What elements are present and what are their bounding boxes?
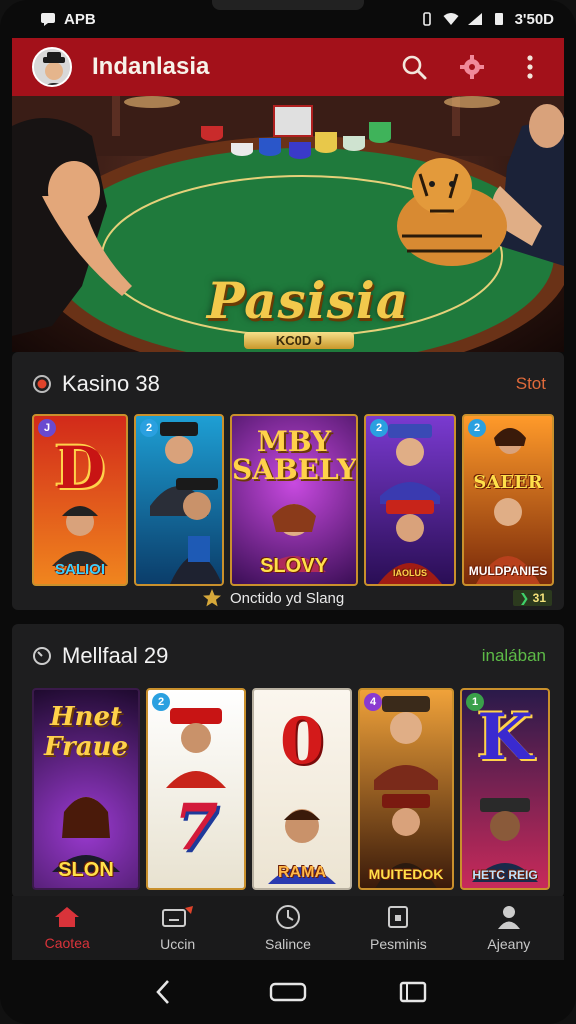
game-card-d[interactable]: J D SALIOI	[32, 414, 128, 586]
game-card-hnet-fraue[interactable]: Hnet Fraue SLON	[32, 688, 140, 890]
avatar[interactable]	[32, 47, 72, 87]
clock-icon	[33, 647, 51, 665]
arrow-right-icon: ❯	[519, 591, 530, 605]
card-characters	[378, 424, 442, 584]
card-label: HETC REIG	[472, 868, 538, 882]
slots-card-row: Hnet Fraue SLON 2 7 0 RAMA 4 MUITEDOK 1 …	[32, 688, 554, 890]
casino-section-header: Kasino 38 Stot	[32, 366, 546, 402]
game-card-rama[interactable]: 0 RAMA	[252, 688, 352, 890]
person-icon	[497, 906, 520, 929]
slots-section-header: Mellfaal 29 inalában	[32, 638, 546, 674]
home-icon	[55, 907, 80, 927]
nav-label: Ajeany	[487, 936, 531, 952]
casino-badge-value: 31	[532, 591, 546, 605]
card-label: MULDPANIES	[468, 564, 548, 578]
casino-count-badge: ❯ 31	[513, 590, 552, 606]
casino-footer-text: Onctido yd Slang	[230, 589, 345, 607]
card-characters	[476, 428, 540, 584]
search-icon	[402, 55, 427, 80]
card-letter: K	[477, 700, 533, 775]
hero-subtitle: KC0D J	[244, 332, 354, 349]
settings-button[interactable]	[452, 47, 492, 87]
nav-item-tv[interactable]: Uccin	[122, 896, 232, 960]
avatar-illustration	[34, 49, 70, 85]
overflow-menu-button[interactable]	[510, 47, 550, 87]
system-back-button[interactable]	[143, 972, 183, 1012]
system-navigation-bar	[0, 960, 576, 1024]
casino-section: Kasino 38 Stot J D SALIOI 2 MBY SABELY S…	[12, 352, 564, 610]
card-characters	[374, 696, 438, 888]
game-card-agents[interactable]: 2	[134, 414, 224, 586]
clock-icon	[276, 905, 301, 929]
nav-label: Uccin	[160, 936, 196, 952]
slots-section: Mellfaal 29 inalában Hnet Fraue SLON 2 7…	[12, 624, 564, 898]
game-card-seven[interactable]: 2 7	[146, 688, 246, 890]
nav-item-account[interactable]: Ajeany	[454, 896, 564, 960]
app-title: Indanlasia	[92, 53, 210, 80]
home-pill-icon	[269, 982, 307, 1002]
star-icon	[203, 589, 221, 607]
card-label: IAOLUS	[392, 568, 427, 578]
game-card-saeer[interactable]: 2 SAEER MULDPANIES	[462, 414, 554, 586]
system-home-button[interactable]	[268, 972, 308, 1012]
card-label: SLON	[58, 859, 114, 881]
card-title: SAEER	[473, 472, 543, 493]
casino-section-link[interactable]: Stot	[516, 374, 546, 394]
nav-item-home[interactable]: Caotea	[12, 896, 122, 960]
status-time: 3'50D	[514, 10, 554, 28]
card-number: 0	[279, 704, 325, 779]
record-icon	[33, 375, 51, 393]
phone-screen: APB 3'50D Indanlasia Pasisia KC0D J Kasi…	[0, 0, 576, 1024]
slots-section-title: Mellfaal 29	[62, 643, 169, 668]
casino-section-title: Kasino 38	[62, 371, 160, 396]
card-title: MBY SABELY	[232, 425, 357, 486]
card-letter: D	[54, 434, 106, 502]
recents-icon	[400, 981, 427, 1003]
nav-label: Salince	[265, 936, 311, 952]
back-arrow-icon	[155, 980, 169, 1004]
app-bar: Indanlasia	[12, 38, 564, 96]
card-characters	[150, 422, 222, 584]
wifi-icon	[443, 13, 459, 25]
game-card-muitedok[interactable]: 4 MUITEDOK	[358, 688, 454, 890]
card-label: MUITEDOK	[368, 866, 444, 882]
casino-section-footer: Onctido yd Slang	[202, 588, 344, 608]
more-vert-icon	[527, 55, 533, 79]
search-button[interactable]	[394, 47, 434, 87]
slots-section-link[interactable]: inalában	[482, 646, 546, 666]
lock-icon	[388, 906, 409, 928]
tv-icon	[161, 906, 193, 927]
casino-card-row: J D SALIOI 2 MBY SABELY SLOVY 2 IAOLUS 2…	[32, 414, 554, 586]
vibrate-icon	[422, 12, 431, 26]
card-title: Hnet Fraue	[44, 702, 128, 762]
card-label: SLOVY	[260, 555, 328, 577]
nav-item-schedule[interactable]: Salince	[233, 896, 343, 960]
game-card-gangster[interactable]: 2 IAOLUS	[364, 414, 456, 586]
card-label: RAMA	[278, 864, 326, 881]
message-icon	[41, 13, 55, 26]
game-card-mby-sabely[interactable]: MBY SABELY SLOVY	[230, 414, 358, 586]
game-card-k[interactable]: 1 K HETC REIG	[460, 688, 550, 890]
status-app-label: APB	[64, 10, 96, 28]
card-label: SALIOI	[54, 561, 105, 578]
battery-icon	[494, 13, 503, 25]
nav-label: Pesminis	[370, 936, 427, 952]
bottom-navigation: Caotea Uccin Salince Pesminis Ajeany	[12, 896, 564, 960]
status-bar: APB 3'50D	[0, 0, 576, 38]
card-number: 7	[173, 790, 219, 865]
nav-item-security[interactable]: Pesminis	[343, 896, 453, 960]
signal-icon	[467, 13, 482, 25]
nav-label: Caotea	[44, 935, 90, 951]
hero-banner[interactable]: Pasisia KC0D J 1	[12, 96, 564, 352]
gear-icon	[460, 55, 484, 79]
card-character	[166, 708, 226, 788]
system-recents-button[interactable]	[393, 972, 433, 1012]
hero-title: Pasisia	[206, 271, 410, 330]
card-character	[52, 506, 108, 566]
